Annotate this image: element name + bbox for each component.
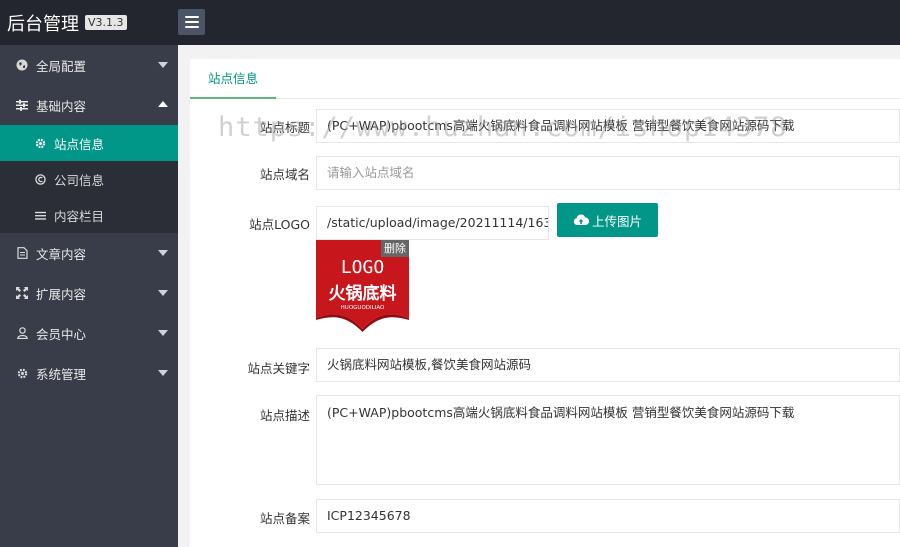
sidebar-item-extended-content[interactable]: 扩展内容 <box>0 273 178 313</box>
sidebar-item-label: 全局配置 <box>36 58 87 74</box>
sidebar-item-label: 公司信息 <box>54 172 105 188</box>
gear-icon <box>16 367 28 379</box>
list-icon <box>34 210 46 221</box>
submenu-basic-content: 站点信息 公司信息 内容栏目 <box>0 125 178 233</box>
sidebar-item-global-config[interactable]: 全局配置 <box>0 45 178 85</box>
document-icon <box>16 247 28 259</box>
tab-bar: 站点信息 <box>190 59 900 99</box>
sidebar-item-label: 会员中心 <box>36 326 87 342</box>
upload-image-button[interactable]: 上传图片 <box>557 203 658 237</box>
logo-main-text: 火锅底料 <box>329 283 397 304</box>
sidebar-item-label: 基础内容 <box>36 98 87 114</box>
gear-icon <box>34 138 46 149</box>
menu-toggle-button[interactable] <box>178 9 205 35</box>
sidebar: 全局配置 基础内容 站点信息 公司信息 内容栏目 文章内容 扩展内容 会员中心 … <box>0 45 178 547</box>
tab-site-info[interactable]: 站点信息 <box>190 59 276 99</box>
delete-logo-button[interactable]: 删除 <box>381 240 409 257</box>
site-icp-input[interactable]: ICP12345678 <box>316 499 900 533</box>
sidebar-item-label: 扩展内容 <box>36 286 87 302</box>
top-header: 后台管理 V3.1.3 <box>0 0 900 45</box>
icp-label: 站点备案 <box>259 511 310 526</box>
sidebar-item-label: 系统管理 <box>36 366 87 382</box>
hamburger-icon <box>184 16 199 18</box>
chevron-down-icon <box>158 370 168 376</box>
app-title: 后台管理 <box>7 13 79 35</box>
logo-top-text: LOGO <box>341 257 384 278</box>
sidebar-item-article-content[interactable]: 文章内容 <box>0 233 178 273</box>
chevron-down-icon <box>158 330 168 336</box>
cloud-upload-icon <box>573 214 589 226</box>
site-description-textarea[interactable]: (PC+WAP)pbootcms高端火锅底料食品调料网站模板 营销型餐饮美食网站… <box>316 395 900 485</box>
version-badge: V3.1.3 <box>85 15 127 30</box>
copyright-icon <box>34 173 46 185</box>
expand-icon <box>16 287 28 299</box>
logo-sub-text: HUOGUODILIAO <box>341 305 385 311</box>
title-label: 站点标题 <box>259 120 310 135</box>
sidebar-item-label: 文章内容 <box>36 246 87 262</box>
main-content: 站点信息 站点标题 (PC+WAP)pbootcms高端火锅底料食品调料网站模板… <box>178 45 900 547</box>
chevron-down-icon <box>158 290 168 296</box>
keywords-label: 站点关键字 <box>247 361 310 376</box>
site-domain-input[interactable]: 请输入站点域名 <box>316 156 900 190</box>
chevron-down-icon <box>158 62 168 68</box>
site-info-card: 站点信息 站点标题 (PC+WAP)pbootcms高端火锅底料食品调料网站模板… <box>190 59 900 547</box>
sidebar-item-label: 站点信息 <box>54 136 105 152</box>
sidebar-item-label: 内容栏目 <box>54 208 105 224</box>
logo-label: 站点LOGO <box>249 217 310 232</box>
brand: 后台管理 V3.1.3 <box>0 0 178 45</box>
site-title-input[interactable]: (PC+WAP)pbootcms高端火锅底料食品调料网站模板 营销型餐饮美食网站… <box>316 109 900 143</box>
sidebar-item-system-management[interactable]: 系统管理 <box>0 353 178 393</box>
globe-icon <box>16 59 28 71</box>
sidebar-item-member-center[interactable]: 会员中心 <box>0 313 178 353</box>
chevron-down-icon <box>158 250 168 256</box>
sidebar-item-site-info[interactable]: 站点信息 <box>0 125 178 161</box>
logo-path-input[interactable]: /static/upload/image/20211114/1636854 <box>316 206 549 240</box>
domain-label: 站点域名 <box>259 167 310 182</box>
chevron-up-icon <box>158 101 168 107</box>
logo-preview: LOGO 火锅底料 HUOGUODILIAO 删除 <box>316 240 409 332</box>
sliders-icon <box>16 99 28 111</box>
sidebar-item-company-info[interactable]: 公司信息 <box>0 161 178 197</box>
sidebar-item-content-columns[interactable]: 内容栏目 <box>0 197 178 233</box>
description-label: 站点描述 <box>259 408 310 423</box>
user-icon <box>16 327 28 339</box>
upload-button-label: 上传图片 <box>591 213 642 229</box>
sidebar-item-basic-content[interactable]: 基础内容 <box>0 85 178 125</box>
site-keywords-input[interactable]: 火锅底料网站模板,餐饮美食网站源码 <box>316 348 900 382</box>
